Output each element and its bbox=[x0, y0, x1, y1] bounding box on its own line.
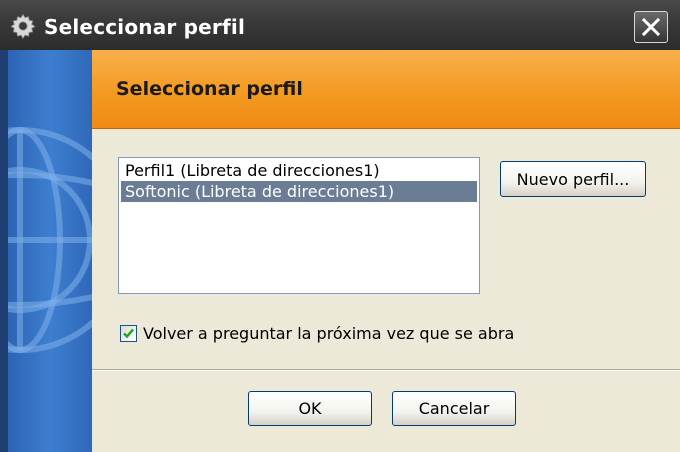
profile-list-item[interactable]: Perfil1 (Libreta de direcciones1) bbox=[121, 160, 477, 181]
close-icon bbox=[642, 18, 660, 36]
window-title: Seleccionar perfil bbox=[44, 15, 246, 39]
new-profile-button[interactable]: Nuevo perfil... bbox=[500, 161, 646, 197]
close-button[interactable] bbox=[634, 11, 668, 43]
ask-again-checkbox[interactable] bbox=[120, 324, 137, 342]
select-profile-dialog: Seleccionar perfil Seleccionar perfil Pe bbox=[0, 0, 680, 452]
profile-list-item-selected[interactable]: Softonic (Libreta de direcciones1) bbox=[121, 181, 477, 202]
ask-again-row: Volver a preguntar la próxima vez que se… bbox=[120, 322, 514, 344]
checkmark-icon bbox=[123, 328, 134, 338]
cancel-button[interactable]: Cancelar bbox=[392, 391, 516, 426]
ask-again-label: Volver a preguntar la próxima vez que se… bbox=[143, 323, 515, 343]
gear-icon bbox=[10, 13, 36, 39]
side-panel-edge bbox=[0, 50, 8, 452]
dialog-content: Perfil1 (Libreta de direcciones1) Softon… bbox=[92, 129, 680, 452]
divider bbox=[92, 369, 680, 371]
page-title: Seleccionar perfil bbox=[116, 78, 303, 100]
header-banner: Seleccionar perfil bbox=[92, 50, 680, 129]
profile-list[interactable]: Perfil1 (Libreta de direcciones1) Softon… bbox=[118, 157, 480, 294]
title-bar[interactable]: Seleccionar perfil bbox=[0, 0, 680, 51]
ok-button[interactable]: OK bbox=[248, 391, 372, 426]
globe-watermark-icon bbox=[0, 127, 92, 353]
decorative-side-panel bbox=[0, 50, 92, 452]
